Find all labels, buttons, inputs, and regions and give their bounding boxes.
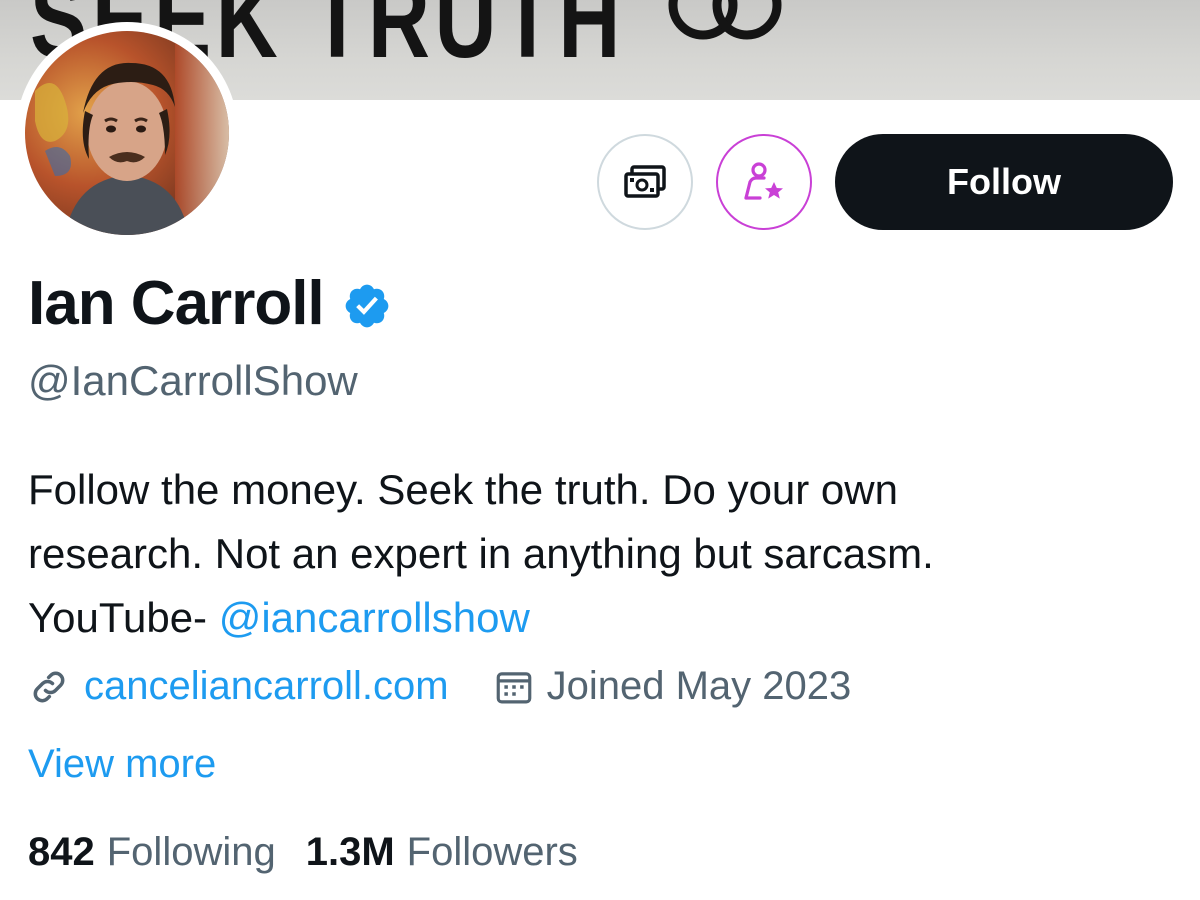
- calendar-icon: [496, 671, 531, 703]
- profile-handle: @IanCarrollShow: [28, 357, 358, 404]
- joined-date: Joined May 2023: [546, 664, 852, 708]
- follow-stats: 842 Following 1.3M Followers: [28, 830, 578, 875]
- name-row: Ian Carroll: [28, 268, 392, 339]
- person-star-icon: [744, 162, 783, 200]
- verified-badge-icon[interactable]: [342, 281, 392, 331]
- display-name: Ian Carroll: [28, 269, 325, 338]
- following-label: Following: [106, 830, 276, 874]
- website-link[interactable]: canceliancarroll.com: [84, 664, 449, 709]
- bio-mention-link[interactable]: @iancarrollshow: [219, 594, 530, 641]
- profile-meta: canceliancarroll.com Joined May 2023: [28, 664, 851, 709]
- view-more-link[interactable]: View more: [28, 742, 216, 787]
- following-stat[interactable]: 842 Following: [28, 830, 276, 875]
- tip-button[interactable]: [597, 134, 693, 230]
- bio-youtube-prefix: YouTube-: [28, 594, 219, 641]
- subscribe-button[interactable]: [716, 134, 812, 230]
- website-item: canceliancarroll.com: [28, 664, 449, 709]
- followers-count: 1.3M: [305, 830, 395, 874]
- follow-button[interactable]: Follow: [835, 134, 1173, 230]
- followers-label: Followers: [406, 830, 578, 874]
- link-icon: [33, 671, 65, 702]
- profile-bio: Follow the money. Seek the truth. Do you…: [28, 458, 1178, 650]
- followers-stat[interactable]: 1.3M Followers: [306, 830, 578, 875]
- following-count: 842: [28, 830, 95, 874]
- bio-line-1: Follow the money. Seek the truth. Do you…: [28, 466, 898, 513]
- bio-line-2: research. Not an expert in anything but …: [28, 530, 934, 577]
- banner-logo-icon: [668, 0, 782, 40]
- joined-item: Joined May 2023: [493, 664, 852, 709]
- avatar[interactable]: [25, 31, 229, 235]
- money-icon: [624, 165, 666, 198]
- avatar-photo: [25, 31, 229, 235]
- bio-line-3: YouTube- @iancarrollshow: [28, 586, 1178, 650]
